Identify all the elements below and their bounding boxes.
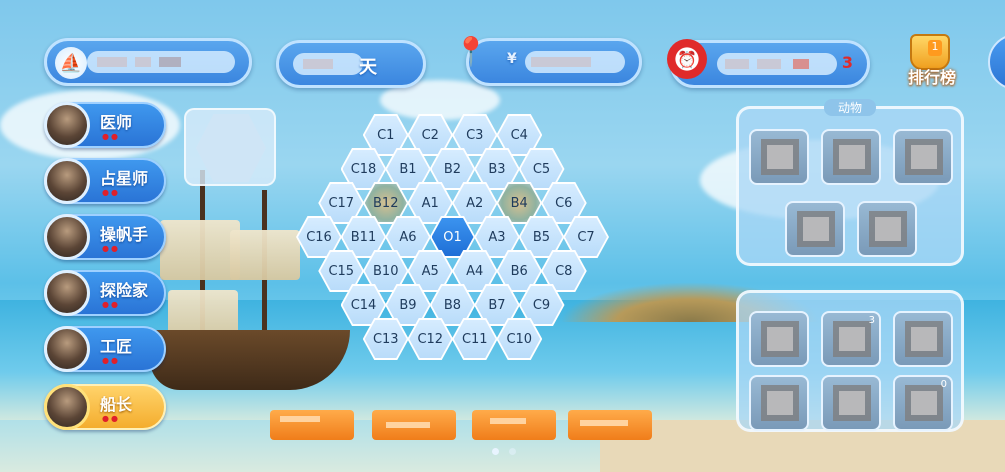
action-button-4[interactable] bbox=[568, 410, 652, 440]
action-button-2[interactable] bbox=[372, 410, 456, 440]
hex-label: C12 bbox=[409, 320, 452, 358]
action-button-3[interactable] bbox=[472, 410, 556, 440]
hex-board: C1 C2 C3 C4 C18 B1 B2 B3 C5 C17 B12 A1 A2 B4 C6 C16 B11 A… bbox=[296, 104, 614, 394]
location-value bbox=[525, 51, 625, 73]
avatar bbox=[44, 158, 90, 204]
action-button-1[interactable] bbox=[270, 410, 354, 440]
hex-label: C13 bbox=[364, 320, 407, 358]
avatar bbox=[44, 102, 90, 148]
animal-slot[interactable] bbox=[749, 129, 809, 185]
item-slot[interactable] bbox=[749, 375, 809, 431]
character-name: 工匠 bbox=[100, 337, 133, 356]
character-button[interactable]: 船长 ●● bbox=[44, 384, 166, 430]
boat-value bbox=[87, 51, 235, 73]
location-prefix: ¥ bbox=[507, 51, 517, 67]
character-rating: ●● bbox=[102, 356, 120, 365]
character-rating: ●● bbox=[102, 244, 120, 253]
character-rating: ●● bbox=[102, 300, 120, 309]
page-dot[interactable] bbox=[492, 448, 499, 455]
location-pin-icon: 📍 bbox=[453, 34, 489, 68]
boat-pill[interactable]: ⛵ bbox=[44, 38, 252, 86]
avatar bbox=[44, 270, 90, 316]
character-button[interactable]: 操帆手 ●● bbox=[44, 214, 166, 260]
item-slot[interactable]: 3 bbox=[821, 311, 881, 367]
minimap-hex-board bbox=[196, 114, 266, 182]
alarm-clock-icon: ⏰ bbox=[667, 39, 707, 79]
minimap[interactable] bbox=[184, 108, 276, 186]
day-value bbox=[293, 53, 363, 75]
day-label: 天 bbox=[359, 57, 377, 78]
character-rating: ●● bbox=[102, 188, 120, 197]
item-slot[interactable] bbox=[749, 311, 809, 367]
animal-slot[interactable] bbox=[785, 201, 845, 257]
animals-panel: 动物 bbox=[736, 99, 964, 266]
hex-label: C11 bbox=[453, 320, 496, 358]
sailboat-icon: ⛵ bbox=[55, 47, 87, 79]
character-button[interactable]: 占星师 ●● bbox=[44, 158, 166, 204]
items-panel: 30 bbox=[736, 290, 964, 432]
character-name: 探险家 bbox=[100, 281, 149, 300]
animal-slot[interactable] bbox=[821, 129, 881, 185]
character-name: 占星师 bbox=[100, 169, 149, 188]
animals-panel-title: 动物 bbox=[823, 99, 877, 116]
page-dot[interactable] bbox=[509, 448, 516, 455]
character-button[interactable]: 医师 ●● bbox=[44, 102, 166, 148]
ranking-button[interactable]: 1 排行榜 bbox=[896, 34, 968, 90]
page-indicator bbox=[492, 448, 516, 455]
character-button[interactable]: 探险家 ●● bbox=[44, 270, 166, 316]
item-count: 3 bbox=[868, 315, 875, 326]
item-slot[interactable]: 0 bbox=[893, 375, 953, 431]
day-pill[interactable]: 天 bbox=[276, 40, 426, 88]
ranking-label: 排行榜 bbox=[907, 68, 956, 87]
timer-suffix: 3 bbox=[841, 53, 853, 72]
item-slot[interactable] bbox=[821, 375, 881, 431]
animal-slot[interactable] bbox=[893, 129, 953, 185]
animal-slot[interactable] bbox=[857, 201, 917, 257]
character-name: 操帆手 bbox=[100, 225, 149, 244]
character-rating: ●● bbox=[102, 414, 120, 423]
character-rating: ●● bbox=[102, 132, 120, 141]
avatar bbox=[44, 326, 90, 372]
item-count: 0 bbox=[940, 379, 947, 390]
timer-pill[interactable]: ⏰ 3 bbox=[667, 39, 870, 88]
timer-value bbox=[717, 53, 837, 75]
side-menu-button[interactable] bbox=[988, 34, 1005, 90]
avatar bbox=[44, 214, 90, 260]
hex-label: C10 bbox=[498, 320, 541, 358]
character-button[interactable]: 工匠 ●● bbox=[44, 326, 166, 372]
character-name: 医师 bbox=[100, 113, 133, 132]
item-slot[interactable] bbox=[893, 311, 953, 367]
avatar bbox=[44, 384, 90, 430]
location-pill[interactable]: 📍 ¥ bbox=[454, 35, 642, 86]
character-name: 船长 bbox=[100, 395, 133, 414]
